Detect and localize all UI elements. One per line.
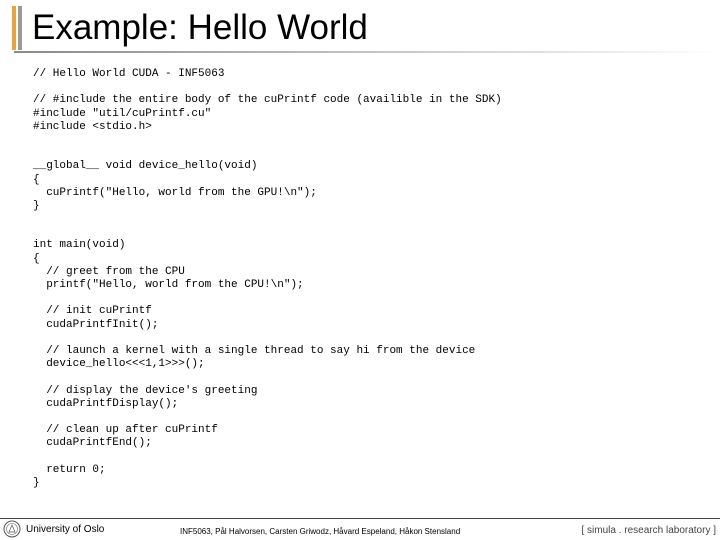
footer-lab: [ simula . research laboratory ] [581,525,717,536]
code-line: // Hello World CUDA - INF5063 [33,68,225,80]
footer-institution: University of Oslo [26,524,105,535]
code-line: device_hello<<<1,1>>>(); [33,358,205,371]
code-line: // clean up after cuPrintf [33,424,218,437]
code-line: } [33,199,40,212]
code-line: cudaPrintfInit(); [33,318,159,331]
code-line: } [33,476,40,489]
footer-divider [0,518,720,519]
code-line: __global__ void device_hello(void) [33,160,258,173]
code-line: printf("Hello, world from the CPU!\n"); [33,279,304,291]
code-line: cuPrintf("Hello, world from the GPU!\n")… [33,186,317,199]
code-line: // #include the entire body of the cuPri… [33,94,502,107]
title-underline [14,51,720,53]
code-line: int main(void) [33,239,126,252]
code-line: // greet from the CPU [33,265,185,278]
code-block: // Hello World CUDA - INF5063 // #include… [33,68,502,490]
code-line: // display the device's greeting [33,384,258,397]
code-line: { [33,173,40,186]
code-line: { [33,252,40,265]
code-line: #include <stdio.h> [33,120,152,133]
slide-title: Example: Hello World [32,8,368,47]
university-seal-icon [3,520,21,538]
title-accent-bar-orange [12,6,16,50]
code-line: return 0; [33,463,106,476]
title-accent-bar-gray [18,6,22,50]
code-line: cudaPrintfDisplay(); [33,397,179,410]
code-line: // init cuPrintf [33,305,152,318]
code-line: #include "util/cuPrintf.cu" [33,107,212,120]
footer-authors: INF5063, Pål Halvorsen, Carsten Griwodz,… [180,527,461,536]
code-line: // launch a kernel with a single thread … [33,344,476,357]
code-line: cudaPrintfEnd(); [33,437,152,450]
